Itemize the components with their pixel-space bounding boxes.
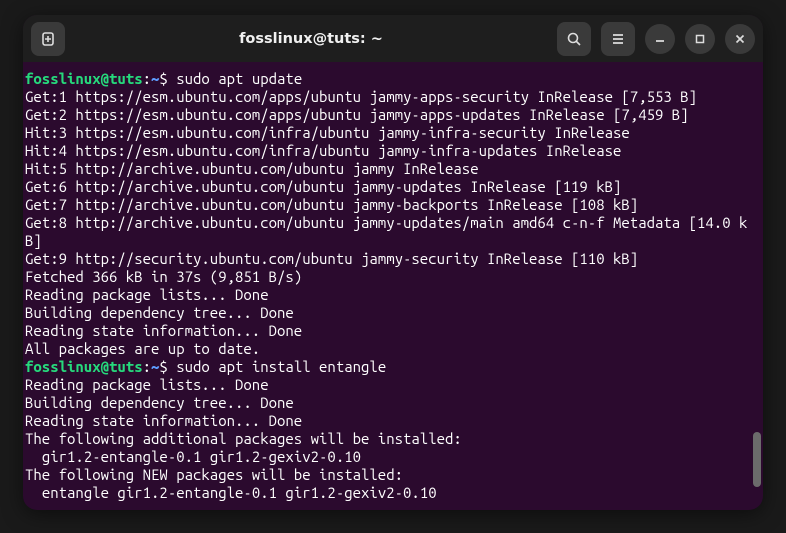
prompt-user: fosslinux@tuts <box>25 358 143 375</box>
hamburger-icon <box>610 31 626 47</box>
output-line: All packages are up to date. <box>25 340 761 358</box>
output-line: Building dependency tree... Done <box>25 394 761 412</box>
prompt-colon: : <box>143 70 151 87</box>
output-line: The following additional packages will b… <box>25 430 761 448</box>
prompt-dollar: $ <box>159 70 167 87</box>
output-line: Reading state information... Done <box>25 322 761 340</box>
maximize-icon <box>693 32 707 46</box>
output-line: Building dependency tree... Done <box>25 304 761 322</box>
search-icon <box>566 31 582 47</box>
scrollbar-thumb[interactable] <box>753 432 761 487</box>
close-icon <box>733 32 747 46</box>
command-text: sudo apt update <box>176 70 302 87</box>
output-line: Reading package lists... Done <box>25 376 761 394</box>
output-line: gir1.2-entangle-0.1 gir1.2-gexiv2-0.10 <box>25 448 761 466</box>
prompt-line: fosslinux@tuts:~$ sudo apt install entan… <box>25 358 761 376</box>
minimize-button[interactable] <box>645 24 675 54</box>
terminal-window: fosslinux@tuts: ~ <box>23 15 763 510</box>
output-line: Get:8 http://archive.ubuntu.com/ubuntu j… <box>25 214 761 250</box>
output-line: Reading state information... Done <box>25 412 761 430</box>
terminal-content[interactable]: fosslinux@tuts:~$ sudo apt update Get:1 … <box>23 62 763 510</box>
search-button[interactable] <box>557 22 591 56</box>
window-title: fosslinux@tuts: ~ <box>73 31 549 47</box>
close-button[interactable] <box>725 24 755 54</box>
minimize-icon <box>653 32 667 46</box>
output-line: entangle gir1.2-entangle-0.1 gir1.2-gexi… <box>25 484 761 502</box>
titlebar-controls <box>557 22 755 56</box>
output-line: Get:7 http://archive.ubuntu.com/ubuntu j… <box>25 196 761 214</box>
command-text: sudo apt install entangle <box>176 358 386 375</box>
menu-button[interactable] <box>601 22 635 56</box>
new-tab-button[interactable] <box>31 22 65 56</box>
output-line: Hit:5 http://archive.ubuntu.com/ubuntu j… <box>25 160 761 178</box>
output-line: Reading package lists... Done <box>25 286 761 304</box>
new-tab-icon <box>40 31 56 47</box>
maximize-button[interactable] <box>685 24 715 54</box>
output-line: Get:1 https://esm.ubuntu.com/apps/ubuntu… <box>25 88 761 106</box>
output-line: Fetched 366 kB in 37s (9,851 B/s) <box>25 268 761 286</box>
output-line: Get:6 http://archive.ubuntu.com/ubuntu j… <box>25 178 761 196</box>
titlebar: fosslinux@tuts: ~ <box>23 15 763 62</box>
output-line: Hit:3 https://esm.ubuntu.com/infra/ubunt… <box>25 124 761 142</box>
prompt-line: fosslinux@tuts:~$ sudo apt update <box>25 70 761 88</box>
output-line: Get:2 https://esm.ubuntu.com/apps/ubuntu… <box>25 106 761 124</box>
output-line: Hit:4 https://esm.ubuntu.com/infra/ubunt… <box>25 142 761 160</box>
prompt-user: fosslinux@tuts <box>25 70 143 87</box>
output-line: The following NEW packages will be insta… <box>25 466 761 484</box>
prompt-dollar: $ <box>159 358 167 375</box>
output-line: Get:9 http://security.ubuntu.com/ubuntu … <box>25 250 761 268</box>
prompt-colon: : <box>143 358 151 375</box>
